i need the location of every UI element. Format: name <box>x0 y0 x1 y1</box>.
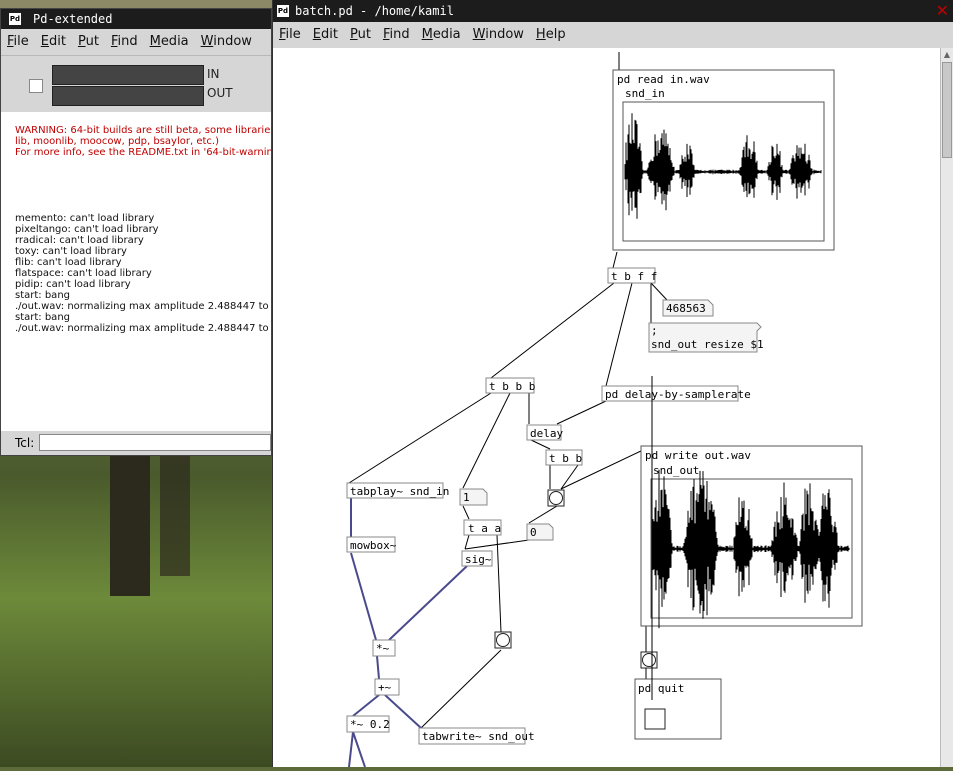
menu-window[interactable]: Window <box>195 29 258 49</box>
tree-trunk <box>110 456 150 596</box>
menu-media[interactable]: Media <box>416 22 467 42</box>
trigger-bbb-label: t b b b <box>489 380 535 393</box>
pd-extended-titlebar[interactable]: Pd Pd-extended <box>1 9 271 29</box>
quit-subpatch-label: pd quit <box>638 682 684 695</box>
tree-trunk <box>160 456 190 576</box>
menu-put[interactable]: Put <box>344 22 377 42</box>
console-line: ./out.wav: normalizing max amplitude 2.4… <box>15 301 271 312</box>
console-line: pixeltango: can't load library <box>15 224 159 235</box>
mowbox-label: mowbox~ <box>350 539 397 552</box>
console-line: WARNING: 64-bit builds are still beta, s… <box>15 125 271 136</box>
batch-menubar: File Edit Put Find Media Window Help <box>273 22 953 49</box>
resize-message-text: snd_out resize $1 <box>651 338 764 351</box>
dsp-control-panel: IN OUT <box>1 56 271 112</box>
tcl-label: Tcl: <box>15 436 35 450</box>
close-icon[interactable]: ✕ <box>936 3 949 19</box>
delay-label: delay <box>530 427 563 440</box>
console-line: lib, moonlib, moocow, pdp, bsaylor, etc.… <box>15 136 219 147</box>
trigger-aa-label: t a a <box>468 522 501 535</box>
window-title: batch.pd - /home/kamil <box>295 4 454 18</box>
trigger-bb-label: t b b <box>549 452 582 465</box>
console-line: flatspace: can't load library <box>15 268 152 279</box>
bang-button[interactable] <box>547 489 565 507</box>
batch-patch-window: Pd batch.pd - /home/kamil ✕ File Edit Put F… <box>272 0 953 768</box>
window-title: Pd-extended <box>33 12 113 26</box>
scroll-up-icon[interactable]: ▲ <box>942 50 952 60</box>
message-1-text: 1 <box>463 491 470 504</box>
bang-button[interactable] <box>640 651 658 669</box>
console-line: pidip: can't load library <box>15 279 131 290</box>
quit-bang-button[interactable] <box>644 708 666 730</box>
batch-titlebar[interactable]: Pd batch.pd - /home/kamil ✕ <box>273 0 953 22</box>
resize-message-semicolon: ; <box>651 324 658 337</box>
pd-extended-menubar: File Edit Put Find Media Window <box>1 29 271 56</box>
meter-in-label: IN <box>207 67 220 81</box>
write-subpatch-label: pd write out.wav <box>645 449 751 462</box>
tcl-bar: Tcl: <box>1 431 271 455</box>
menu-edit[interactable]: Edit <box>35 29 72 49</box>
pd-extended-window: Pd Pd-extended File Edit Put Find Media Windo… <box>0 8 272 456</box>
multiply-gain-label: *~ 0.2 <box>350 718 390 731</box>
patch-canvas[interactable]: pd read in.wav snd_in t b f f 468563 ; s… <box>273 48 953 768</box>
sig-label: sig~ <box>465 553 492 566</box>
snd-out-array-label: snd_out <box>653 464 699 477</box>
bang-button[interactable] <box>494 631 512 649</box>
menu-file[interactable]: File <box>273 22 307 42</box>
menu-put[interactable]: Put <box>72 29 105 49</box>
output-level-meter <box>52 86 204 106</box>
console-line: start: bang <box>15 312 70 323</box>
console-line: start: bang <box>15 290 70 301</box>
dsp-checkbox[interactable] <box>29 79 43 93</box>
menu-edit[interactable]: Edit <box>307 22 344 42</box>
delay-by-samplerate-label: pd delay-by-samplerate <box>605 388 751 401</box>
multiply-label: *~ <box>376 642 390 655</box>
tabwrite-label: tabwrite~ snd_out <box>422 730 535 743</box>
console-line: toxy: can't load library <box>15 246 127 257</box>
add-label: +~ <box>378 681 392 694</box>
snd-in-array-label: snd_in <box>625 87 665 100</box>
console-line: For more info, see the README.txt in '64… <box>15 147 271 158</box>
tcl-input[interactable] <box>39 434 271 451</box>
console-line: flib: can't load library <box>15 257 122 268</box>
samples-number-value: 468563 <box>666 302 706 315</box>
vertical-scrollbar[interactable]: ▲ <box>940 48 953 767</box>
menu-window[interactable]: Window <box>467 22 530 42</box>
menu-help[interactable]: Help <box>530 22 572 42</box>
read-subpatch-label: pd read in.wav <box>617 73 710 86</box>
message-0-text: 0 <box>530 526 537 539</box>
menu-file[interactable]: File <box>1 29 35 49</box>
menu-media[interactable]: Media <box>144 29 195 49</box>
pd-app-icon: Pd <box>277 5 289 17</box>
console-line: ./out.wav: normalizing max amplitude 2.4… <box>15 323 271 334</box>
console-line: rradical: can't load library <box>15 235 144 246</box>
patch-graph[interactable]: pd read in.wav snd_in t b f f 468563 ; s… <box>273 48 942 768</box>
trigger-bff-label: t b f f <box>611 270 657 283</box>
input-level-meter <box>52 65 204 85</box>
console-line: memento: can't load library <box>15 213 155 224</box>
menu-find[interactable]: Find <box>377 22 416 42</box>
menu-find[interactable]: Find <box>105 29 144 49</box>
meter-out-label: OUT <box>207 86 233 100</box>
scrollbar-thumb[interactable] <box>942 62 952 158</box>
pd-app-icon: Pd <box>9 13 21 25</box>
tabplay-label: tabplay~ snd_in <box>350 485 449 498</box>
console-output: WARNING: 64-bit builds are still beta, s… <box>15 125 271 334</box>
